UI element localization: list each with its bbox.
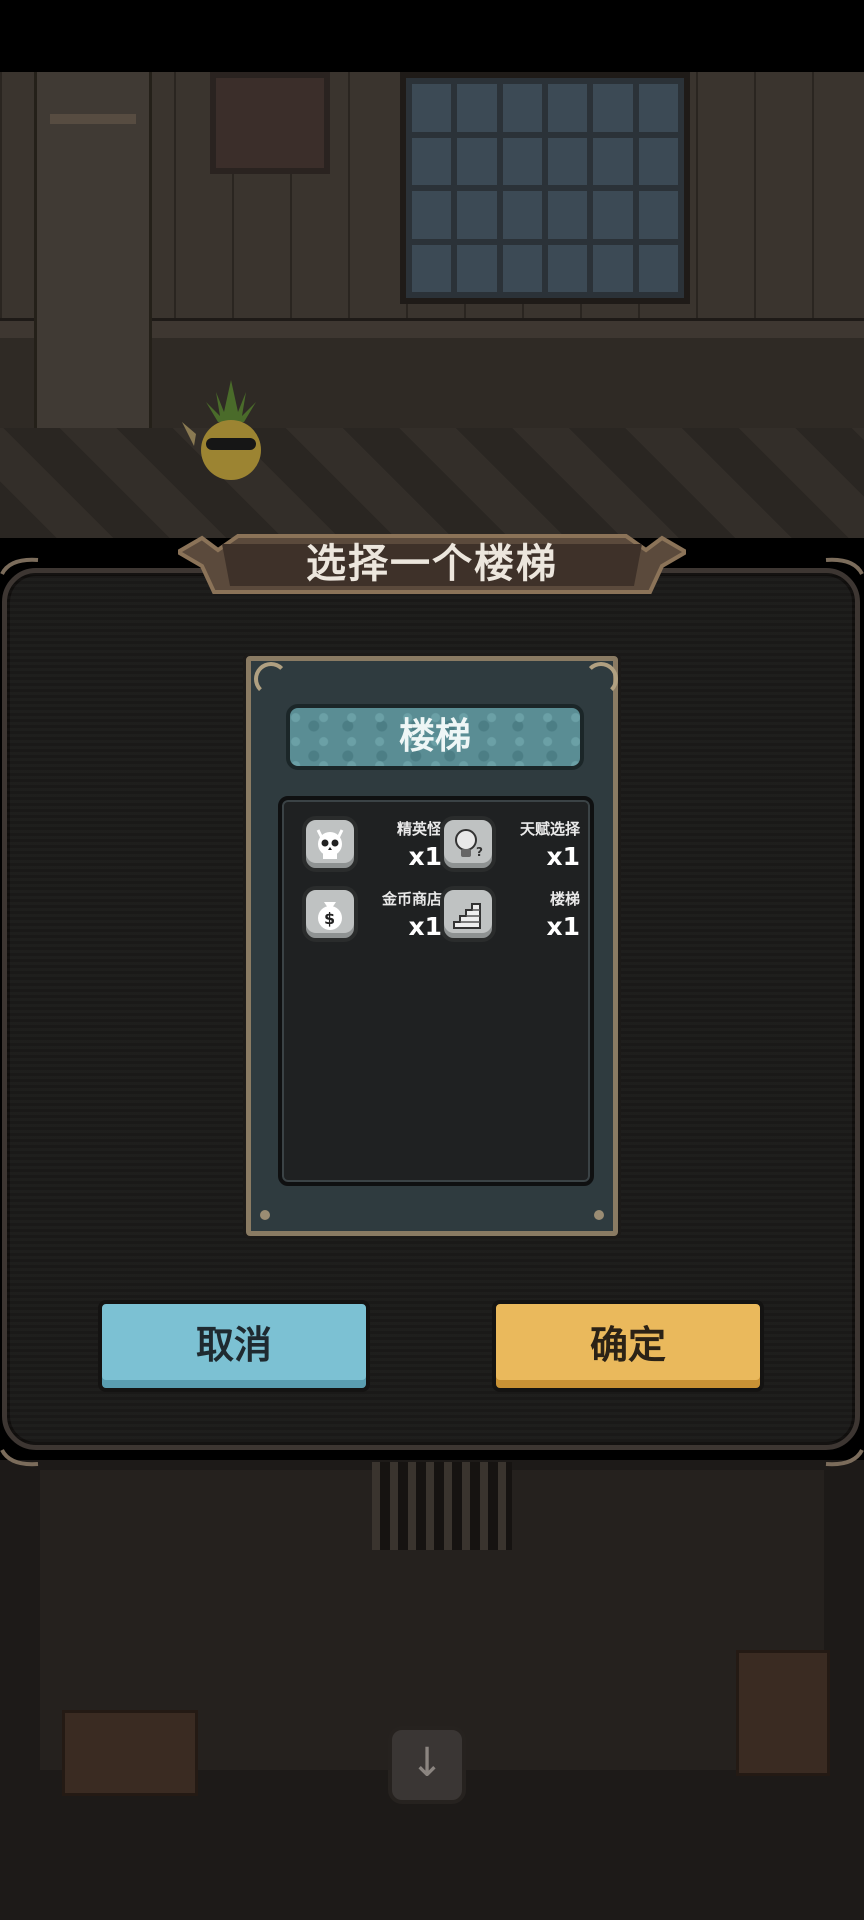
dialog-corner-ornament-icon [0, 1448, 39, 1467]
confirm-button[interactable]: 确定 [492, 1300, 764, 1392]
svg-text:$: $ [324, 909, 335, 928]
card-corner-ornament-icon [584, 662, 618, 696]
background-shelf [50, 114, 136, 124]
background-pillar [34, 72, 152, 448]
list-item-gold-shop: $ 金币商店 x1 [302, 886, 442, 950]
card-rivet-icon [260, 1210, 270, 1220]
money-bag-icon: $ [302, 886, 358, 942]
dialog-corner-ornament-icon [825, 1448, 864, 1467]
skull-icon [302, 816, 358, 872]
background-crate [736, 1650, 830, 1776]
item-label: 精英怪 [396, 820, 442, 838]
card-rivet-icon [594, 1210, 604, 1220]
game-scene: ↓ 选择一个楼梯 楼梯 精英怪 x1 ? 天赋选择 x1 $ 金币商店 x1 楼… [0, 0, 864, 1920]
pineapple-character-icon [182, 380, 261, 480]
item-count: x1 [546, 842, 580, 871]
card-title: 楼梯 [398, 716, 471, 757]
item-label: 楼梯 [549, 890, 580, 908]
cancel-button[interactable]: 取消 [98, 1300, 370, 1392]
list-item-talent-choice: ? 天赋选择 x1 [440, 816, 580, 880]
background-floor [0, 428, 864, 538]
list-item-stairs: 楼梯 x1 [440, 886, 580, 950]
card-corner-ornament-icon [254, 662, 288, 696]
lightbulb-icon: ? [440, 816, 496, 872]
status-bar-area [0, 0, 864, 72]
background-picture-frame [210, 72, 330, 174]
item-label: 金币商店 [381, 890, 442, 908]
dialog-corner-ornament-icon [0, 557, 39, 576]
list-item-elite-monster: 精英怪 x1 [302, 816, 442, 880]
background-crate [62, 1710, 198, 1796]
item-count: x1 [408, 842, 442, 871]
item-count: x1 [408, 912, 442, 941]
item-label: 天赋选择 [519, 820, 580, 838]
down-arrow-icon: ↓ [388, 1726, 466, 1804]
background-grate [372, 1462, 512, 1550]
stairs-icon [440, 886, 496, 942]
item-count: x1 [546, 912, 580, 941]
dialog-title: 选择一个楼梯 [306, 541, 558, 587]
svg-text:?: ? [476, 845, 483, 859]
dialog-corner-ornament-icon [825, 557, 864, 576]
background-window [400, 72, 690, 304]
